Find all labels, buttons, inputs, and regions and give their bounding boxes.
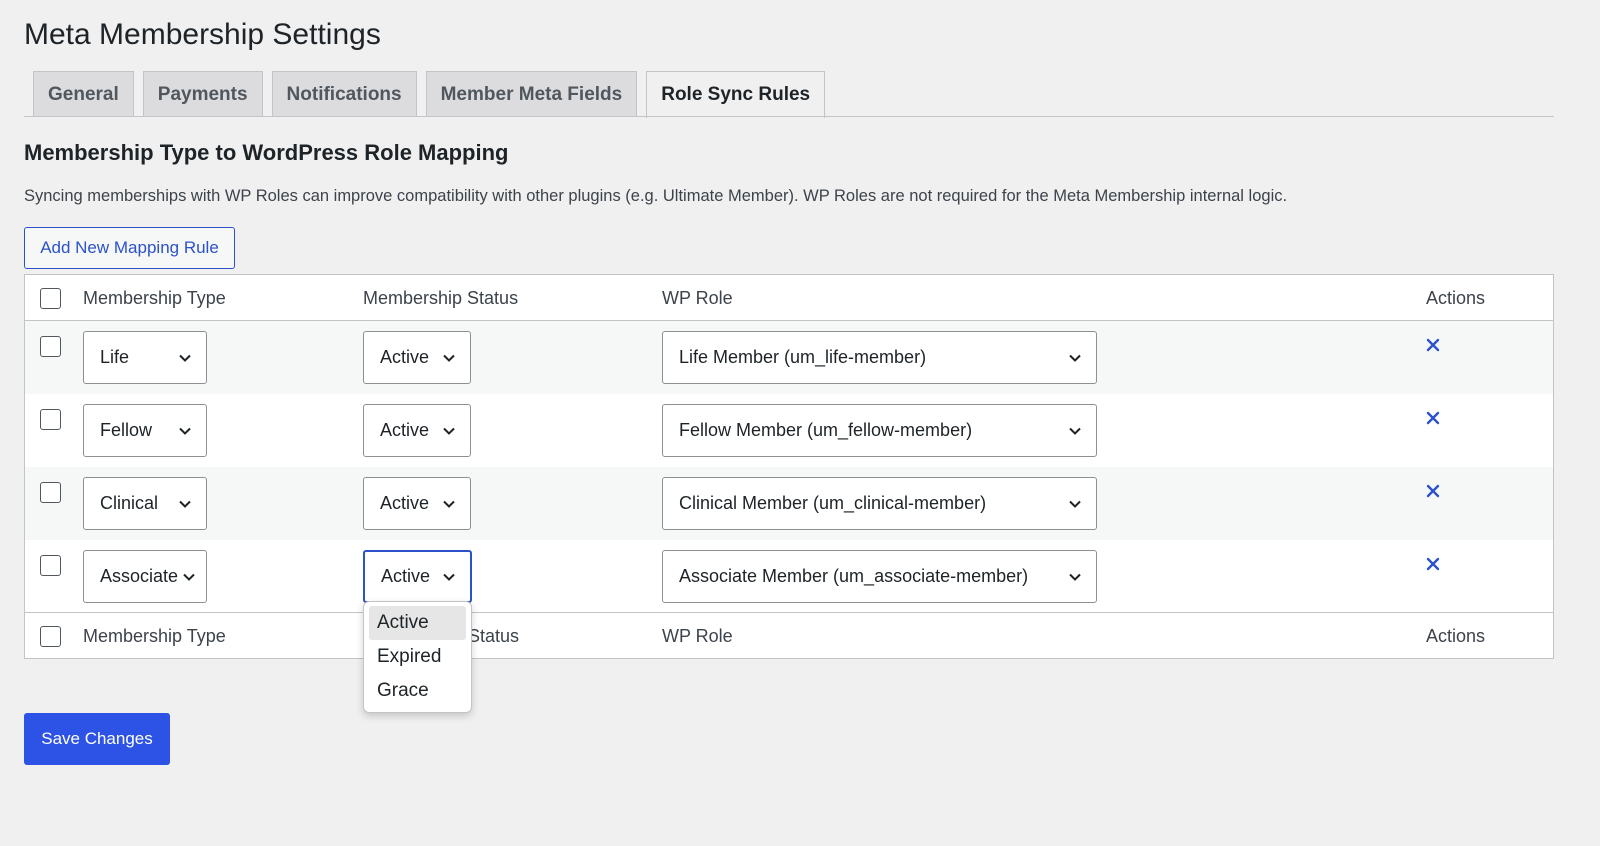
membership-type-select[interactable]: Fellow [83,404,207,457]
add-mapping-rule-button[interactable]: Add New Mapping Rule [24,227,235,269]
select-value: Fellow [100,420,153,440]
footer-header-wp-role: WP Role [662,625,733,646]
select-value: Associate Member (um_associate-member) [679,566,1029,586]
table-footer: Membership Type Status WP Role Actions [25,612,1553,658]
save-changes-button[interactable]: Save Changes [24,713,170,765]
membership-status-select[interactable]: Active [363,477,471,530]
select-value: Life Member (um_life-member) [679,347,927,367]
table-header: Membership Type Membership Status WP Rol… [25,275,1553,321]
tab-divider [24,116,1554,117]
chevron-down-icon [179,500,191,508]
membership-type-select[interactable]: Clinical [83,477,207,530]
select-value: Clinical Member (um_clinical-member) [679,493,987,513]
chevron-down-icon [1069,354,1081,362]
status-dropdown-list: Active Expired Grace [363,601,472,713]
membership-status-select[interactable]: Active [363,550,472,603]
select-value: Active [380,347,430,367]
select-value: Active [380,493,430,513]
column-header-actions: Actions [1426,287,1486,308]
wp-role-select[interactable]: Fellow Member (um_fellow-member) [662,404,1097,457]
chevron-down-icon [179,427,191,435]
chevron-down-icon [443,427,455,435]
select-all-checkbox-footer[interactable] [40,626,61,647]
select-all-checkbox[interactable] [40,288,61,309]
settings-tabs: General Payments Notifications Member Me… [33,71,826,118]
select-value: Active [381,566,431,586]
footer-header-actions: Actions [1426,625,1486,646]
select-value: Active [380,420,430,440]
chevron-down-icon [1069,573,1081,581]
section-description: Syncing memberships with WP Roles can im… [24,187,1288,205]
footer-header-membership-status: Status [468,625,520,646]
delete-rule-icon[interactable] [1425,556,1441,572]
mapping-table: Membership Type Membership Status WP Rol… [24,274,1554,659]
chevron-down-icon [1069,427,1081,435]
footer-header-membership-type: Membership Type [83,625,226,646]
membership-type-select[interactable]: Life [83,331,207,384]
delete-rule-icon[interactable] [1425,337,1441,353]
column-header-membership-type: Membership Type [83,287,226,308]
dropdown-option-expired[interactable]: Expired [369,640,466,674]
select-value: Associate [100,566,179,586]
tab-general[interactable]: General [33,71,134,117]
chevron-down-icon [443,573,455,581]
tab-notifications[interactable]: Notifications [271,71,417,117]
membership-status-select[interactable]: Active [363,404,471,457]
select-value: Fellow Member (um_fellow-member) [679,420,973,440]
chevron-down-icon [183,573,195,581]
row-checkbox[interactable] [40,336,61,357]
membership-status-select[interactable]: Active [363,331,471,384]
chevron-down-icon [1069,500,1081,508]
select-value: Life [100,347,130,367]
delete-rule-icon[interactable] [1425,410,1441,426]
section-title: Membership Type to WordPress Role Mappin… [24,140,509,165]
delete-rule-icon[interactable] [1425,483,1441,499]
dropdown-option-active[interactable]: Active [369,606,466,640]
table-row: Clinical Active Clinical Member (um_clin… [25,467,1553,540]
page-title: Meta Membership Settings [24,18,381,51]
chevron-down-icon [443,500,455,508]
membership-type-select[interactable]: Associate [83,550,207,603]
tab-payments[interactable]: Payments [142,71,263,117]
chevron-down-icon [443,354,455,362]
row-checkbox[interactable] [40,409,61,430]
table-row: Life Active Life Member (um_life-member) [25,321,1553,394]
tab-role-sync-rules[interactable]: Role Sync Rules [646,71,826,118]
chevron-down-icon [179,354,191,362]
table-row: Fellow Active Fellow Member (um_fellow-m… [25,394,1553,467]
column-header-membership-status: Membership Status [363,287,519,308]
wp-role-select[interactable]: Clinical Member (um_clinical-member) [662,477,1097,530]
dropdown-option-grace[interactable]: Grace [369,674,466,708]
select-value: Clinical [100,493,159,513]
table-row: Associate Active Associate Member (um_as… [25,540,1553,613]
row-checkbox[interactable] [40,555,61,576]
tab-member-meta-fields[interactable]: Member Meta Fields [425,71,638,117]
wp-role-select[interactable]: Life Member (um_life-member) [662,331,1097,384]
column-header-wp-role: WP Role [662,287,733,308]
wp-role-select[interactable]: Associate Member (um_associate-member) [662,550,1097,603]
row-checkbox[interactable] [40,482,61,503]
